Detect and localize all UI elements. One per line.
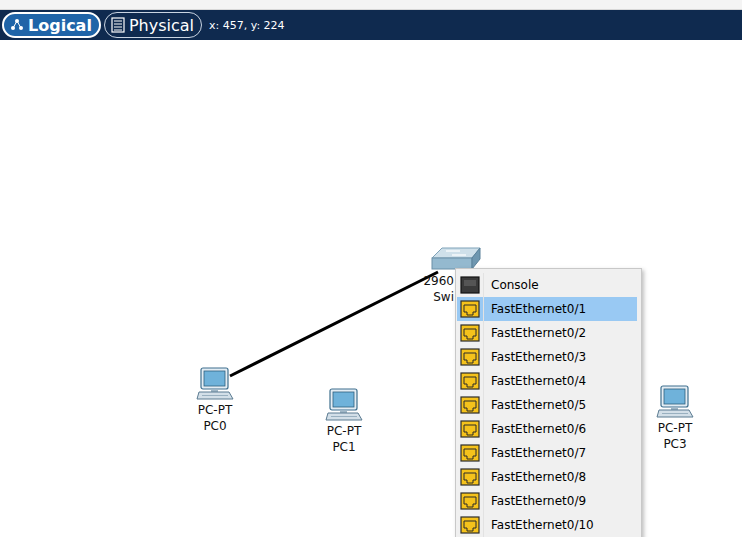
- device-model: 2960: [423, 273, 454, 289]
- port-icon-cell: [457, 297, 484, 321]
- port-label: FastEthernet0/9: [484, 494, 586, 508]
- port-icon-cell: [457, 441, 484, 465]
- port-icon-cell: [457, 417, 484, 441]
- ethernet-port-icon: [460, 324, 480, 342]
- port-menu-item[interactable]: FastEthernet0/4: [457, 369, 637, 393]
- device-name: Swi: [433, 289, 454, 305]
- ethernet-port-icon: [460, 300, 480, 318]
- port-label: FastEthernet0/5: [484, 398, 586, 412]
- switch-labels: 2960Swi: [386, 273, 454, 305]
- port-label: FastEthernet0/6: [484, 422, 586, 436]
- main-toolbar: [0, 0, 742, 10]
- device-name: PC3: [663, 436, 686, 452]
- ethernet-port-icon: [460, 372, 480, 390]
- port-icon-cell: [457, 393, 484, 417]
- ethernet-port-icon: [460, 492, 480, 510]
- ethernet-port-icon: [460, 444, 480, 462]
- port-menu-item[interactable]: FastEthernet0/6: [457, 417, 637, 441]
- packet-tracer-workspace: Logical Physical x: 457, y: 224 2960Swi PC-P…: [0, 0, 742, 537]
- pc-icon: [656, 384, 694, 420]
- tab-label: Physical: [129, 16, 194, 35]
- port-menu-item[interactable]: FastEthernet0/7: [457, 441, 637, 465]
- pc-icon: [196, 366, 234, 402]
- port-label: FastEthernet0/3: [484, 350, 586, 364]
- view-bar: Logical Physical x: 457, y: 224: [0, 10, 742, 40]
- port-menu-item[interactable]: FastEthernet0/2: [457, 321, 637, 345]
- port-icon-cell: [457, 489, 484, 513]
- pc-icon: [325, 387, 363, 423]
- port-icon-cell: [457, 345, 484, 369]
- physical-view-tab[interactable]: Physical: [104, 12, 202, 38]
- port-menu-item[interactable]: FastEthernet0/9: [457, 489, 637, 513]
- pc-device[interactable]: PC-PTPC1: [308, 387, 380, 455]
- port-menu: Console FastEthernet0/1 FastEthernet0/2 Fas…: [455, 268, 642, 537]
- cable-link[interactable]: [230, 272, 438, 376]
- pc-device[interactable]: PC-PTPC3: [639, 384, 711, 452]
- port-icon-cell: [457, 513, 484, 537]
- port-label: FastEthernet0/2: [484, 326, 586, 340]
- port-label: FastEthernet0/1: [484, 302, 586, 316]
- port-menu-item[interactable]: FastEthernet0/10: [457, 513, 637, 537]
- logical-view-tab[interactable]: Logical: [2, 12, 101, 38]
- port-icon-cell: [457, 321, 484, 345]
- logical-canvas[interactable]: 2960SwiPC-PTPC0PC-PTPC1PC-PTPC3ConsoleFa…: [0, 40, 742, 537]
- port-label: Console: [484, 278, 539, 292]
- port-menu-item[interactable]: FastEthernet0/1: [457, 297, 637, 321]
- port-menu-item[interactable]: FastEthernet0/8: [457, 465, 637, 489]
- ethernet-port-icon: [460, 348, 480, 366]
- physical-view-icon: [111, 17, 125, 33]
- port-menu-item[interactable]: FastEthernet0/3: [457, 345, 637, 369]
- console-port-icon: [460, 276, 480, 294]
- port-label: FastEthernet0/4: [484, 374, 586, 388]
- logical-view-icon: [10, 18, 24, 32]
- port-icon-cell: [457, 369, 484, 393]
- device-model: PC-PT: [658, 420, 693, 436]
- device-model: PC-PT: [327, 423, 362, 439]
- device-name: PC0: [203, 418, 226, 434]
- port-label: FastEthernet0/7: [484, 446, 586, 460]
- ethernet-port-icon: [460, 420, 480, 438]
- port-label: FastEthernet0/8: [484, 470, 586, 484]
- port-menu-item[interactable]: Console: [457, 273, 637, 297]
- ethernet-port-icon: [460, 396, 480, 414]
- tab-label: Logical: [28, 16, 92, 35]
- pc-device[interactable]: PC-PTPC0: [179, 366, 251, 434]
- port-label: FastEthernet0/10: [484, 518, 594, 532]
- device-name: PC1: [332, 439, 355, 455]
- port-icon-cell: [457, 273, 484, 297]
- port-icon-cell: [457, 465, 484, 489]
- cursor-coordinates: x: 457, y: 224: [209, 19, 285, 32]
- port-menu-item[interactable]: FastEthernet0/5: [457, 393, 637, 417]
- ethernet-port-icon: [460, 468, 480, 486]
- device-model: PC-PT: [198, 402, 233, 418]
- ethernet-port-icon: [460, 516, 480, 534]
